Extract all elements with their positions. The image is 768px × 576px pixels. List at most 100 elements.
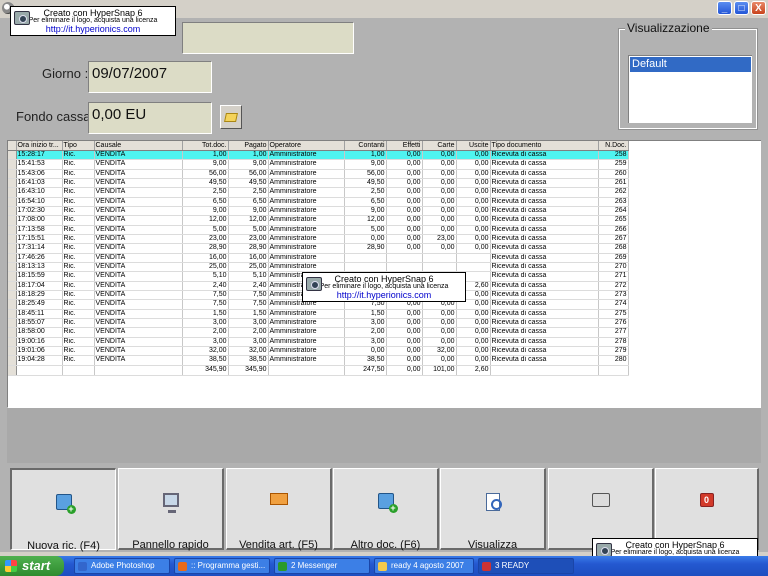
table-cell: 18:25:49 [16,299,63,310]
table-row[interactable]: 18:45:11 Ric. VENDITA 1,50 1,50 Amministrator… [8,309,629,319]
task-programma[interactable]: :: Programma gesti... [174,558,270,574]
table-cell: 23,00 [182,234,229,245]
column-header[interactable]: Pagato [228,141,269,151]
table-cell: 0,00 [422,178,457,189]
vendita-articolo-button[interactable]: Vendita art. (F5) [226,468,332,551]
row-indicator[interactable] [8,159,17,170]
table-row[interactable]: 15:41:53 Ric. VENDITA 9,00 9,00 Amministrator… [8,159,629,170]
row-indicator[interactable] [8,178,17,189]
table-row[interactable]: 15:28:17 Ric. VENDITA 1,00 1,00 Amministrator… [8,150,629,161]
table-cell: Ric. [62,253,95,263]
table-row[interactable]: 19:00:16 Ric. VENDITA 3,00 3,00 Amministrator… [8,337,629,347]
nuova-ricevuta-label: Nuova ric. (F4) [27,540,100,552]
column-header[interactable]: Tipo documento [490,141,599,151]
visualizzazione-group: Visualizzazione Default [618,21,758,130]
row-indicator[interactable] [8,309,17,319]
table-row[interactable]: 16:54:10 Ric. VENDITA 6,50 6,50 Amministrator… [8,197,629,207]
row-indicator[interactable] [8,271,17,282]
row-indicator[interactable] [8,206,17,217]
watermark-title: Creato con HyperSnap 6 [625,540,725,550]
table-row[interactable]: 18:58:00 Ric. VENDITA 2,00 2,00 Amministrator… [8,327,629,338]
table-row[interactable]: 17:13:58 Ric. VENDITA 5,00 5,00 Amministrator… [8,225,629,235]
table-cell: 15:28:17 [16,150,63,161]
column-header[interactable]: Uscite [456,141,491,151]
row-indicator[interactable] [8,150,17,161]
table-row[interactable]: 17:46:26 Ric. VENDITA 16,00 16,00 Amministrat… [8,253,629,263]
column-header[interactable]: N.Doc. [598,141,629,151]
table-cell: Ricevuta di cassa [490,318,599,329]
table-row[interactable]: 17:02:30 Ric. VENDITA 9,00 9,00 Amministrator… [8,206,629,217]
row-indicator[interactable] [8,355,17,366]
task-photoshop[interactable]: Adobe Photoshop [74,558,170,574]
row-indicator[interactable] [8,290,17,301]
row-indicator[interactable] [8,253,17,263]
row-indicator[interactable] [8,243,17,254]
task-ready-folder[interactable]: ready 4 agosto 2007 [374,558,474,574]
table-cell: 5,00 [344,225,387,235]
open-folder-button[interactable] [220,105,242,129]
minimize-button[interactable]: _ [717,1,732,15]
table-cell: VENDITA [94,337,183,347]
table-cell: 269 [598,253,629,263]
new-document-icon [377,493,398,513]
row-indicator[interactable] [8,225,17,235]
close-button[interactable]: X [751,1,766,15]
table-row[interactable]: 17:08:00 Ric. VENDITA 12,00 12,00 Amministrat… [8,215,629,226]
column-header[interactable]: Operatore [268,141,345,151]
fondo-cassa-field[interactable]: 0,00 EU [88,102,212,134]
row-indicator[interactable] [8,281,17,291]
row-indicator[interactable] [8,337,17,347]
table-row[interactable]: 16:41:03 Ric. VENDITA 49,50 49,50 Amministrat… [8,178,629,189]
row-indicator[interactable] [8,299,17,310]
table-row[interactable]: 18:55:07 Ric. VENDITA 3,00 3,00 Amministrator… [8,318,629,329]
photoshop-icon [78,562,87,571]
column-header[interactable]: Contanti [344,141,387,151]
table-row[interactable]: 19:01:06 Ric. VENDITA 32,00 32,00 Amministrat… [8,346,629,357]
start-button[interactable]: start [0,556,64,576]
row-indicator[interactable] [8,262,17,273]
column-header[interactable]: Tipo [62,141,95,151]
table-cell: 278 [598,337,629,347]
visualizzazione-list[interactable]: Default [628,55,752,123]
row-indicator[interactable] [8,169,17,180]
table-row[interactable]: 17:15:51 Ric. VENDITA 23,00 23,00 Amministrat… [8,234,629,245]
table-cell: 0,00 [456,169,491,180]
row-indicator[interactable] [8,187,17,198]
visualizzazione-item-default[interactable]: Default [630,57,751,72]
altro-documento-button[interactable]: Altro doc. (F6) [333,468,439,551]
nuova-ricevuta-button[interactable]: Nuova ric. (F4) [10,468,116,552]
table-cell: 1,50 [344,309,387,319]
maximize-button[interactable]: □ [734,1,749,15]
row-indicator[interactable] [8,346,17,357]
table-cell: VENDITA [94,346,183,357]
row-indicator[interactable] [8,327,17,338]
task-messenger[interactable]: 2 Messenger [274,558,370,574]
table-row[interactable]: 16:43:10 Ric. VENDITA 2,50 2,50 Amministrator… [8,187,629,198]
table-cell: 280 [598,355,629,366]
table-cell: VENDITA [94,187,183,198]
visualizza-button[interactable]: Visualizza [440,468,546,551]
row-indicator[interactable] [8,197,17,207]
column-header[interactable]: Effetti [386,141,423,151]
table-cell: 0,00 [422,337,457,347]
pannello-rapido-button[interactable]: Pannello rapido [118,468,224,551]
table-row[interactable]: 17:31:14 Ric. VENDITA 28,90 28,90 Amministrat… [8,243,629,254]
column-header[interactable]: Causale [94,141,183,151]
table-row[interactable]: 19:04:28 Ric. VENDITA 38,50 38,50 Amministrat… [8,355,629,366]
row-indicator[interactable] [8,318,17,329]
top-field[interactable] [182,22,354,54]
task-ready[interactable]: 3 READY [478,558,574,574]
row-indicator[interactable] [8,215,17,226]
table-cell: 2,00 [182,327,229,338]
column-header[interactable]: Tot.doc. [182,141,229,151]
giorno-field[interactable]: 09/07/2007 [88,61,212,93]
table-cell: VENDITA [94,290,183,301]
table-row[interactable]: 18:13:13 Ric. VENDITA 25,00 25,00 Amministrat… [8,262,629,273]
table-row[interactable]: 15:43:06 Ric. VENDITA 56,00 56,00 Amministrat… [8,169,629,180]
table-cell: 2,50 [182,187,229,198]
table-cell: 19:01:06 [16,346,63,357]
column-header[interactable]: Ora inizio tr... [16,141,63,151]
row-indicator[interactable] [8,234,17,245]
column-header[interactable]: Carte [422,141,457,151]
table-cell: Ric. [62,318,95,329]
